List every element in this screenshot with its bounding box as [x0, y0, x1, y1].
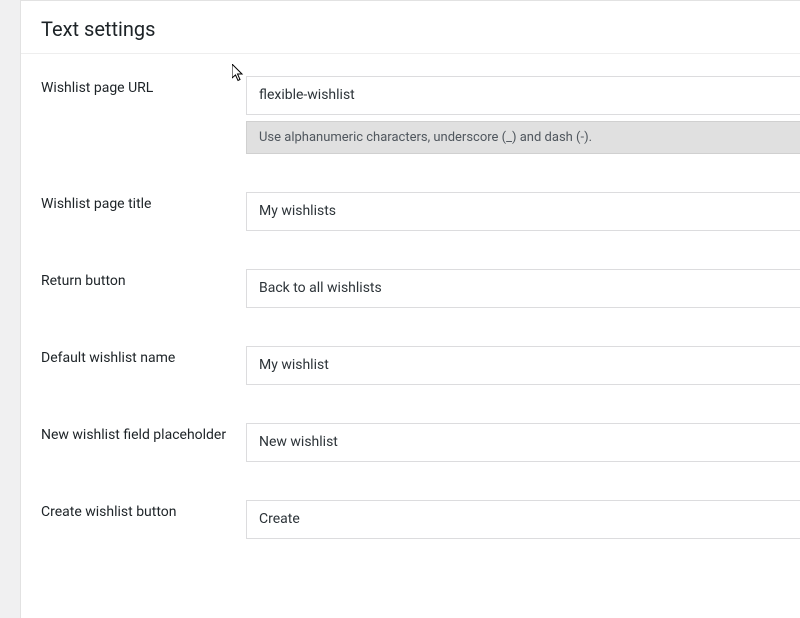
input-create-wishlist-button[interactable] — [246, 500, 800, 539]
input-default-wishlist-name[interactable] — [246, 346, 800, 385]
input-wishlist-page-url[interactable] — [246, 76, 800, 115]
control-new-wishlist-placeholder — [246, 423, 800, 462]
label-default-wishlist-name: Default wishlist name — [21, 346, 246, 366]
settings-panel: Text settings Wishlist page URL Use alph… — [20, 0, 800, 618]
row-create-wishlist-button: Create wishlist button — [21, 488, 800, 551]
row-return-button: Return button — [21, 257, 800, 320]
input-return-button[interactable] — [246, 269, 800, 308]
control-default-wishlist-name — [246, 346, 800, 385]
control-wishlist-page-title — [246, 192, 800, 231]
control-create-wishlist-button — [246, 500, 800, 539]
section-header: Text settings — [21, 1, 800, 54]
row-new-wishlist-placeholder: New wishlist field placeholder — [21, 411, 800, 474]
control-return-button — [246, 269, 800, 308]
row-default-wishlist-name: Default wishlist name — [21, 334, 800, 397]
label-wishlist-page-url: Wishlist page URL — [21, 76, 246, 96]
row-wishlist-page-title: Wishlist page title — [21, 180, 800, 243]
label-create-wishlist-button: Create wishlist button — [21, 500, 246, 520]
control-wishlist-page-url: Use alphanumeric characters, underscore … — [246, 76, 800, 154]
label-wishlist-page-title: Wishlist page title — [21, 192, 246, 212]
input-new-wishlist-placeholder[interactable] — [246, 423, 800, 462]
form-rows: Wishlist page URL Use alphanumeric chara… — [21, 54, 800, 551]
label-new-wishlist-placeholder: New wishlist field placeholder — [21, 423, 246, 443]
row-wishlist-page-url: Wishlist page URL Use alphanumeric chara… — [21, 64, 800, 166]
section-title: Text settings — [41, 17, 780, 41]
help-wishlist-page-url: Use alphanumeric characters, underscore … — [246, 121, 800, 154]
input-wishlist-page-title[interactable] — [246, 192, 800, 231]
label-return-button: Return button — [21, 269, 246, 289]
